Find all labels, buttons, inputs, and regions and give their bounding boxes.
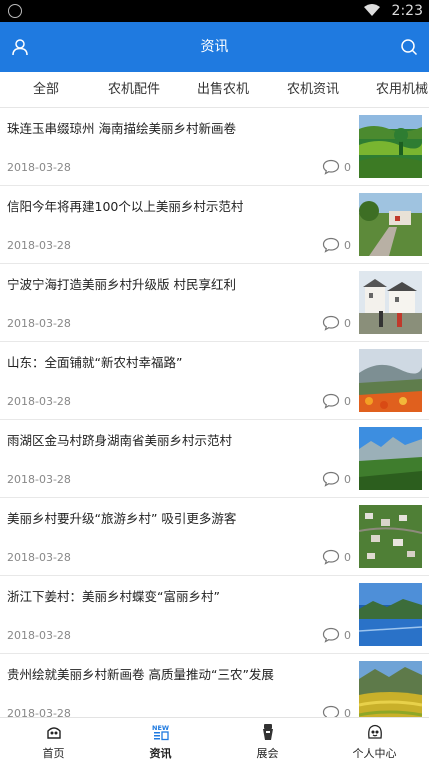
- exhibition-icon: [262, 724, 273, 740]
- article-date: 2018-03-28: [7, 551, 71, 564]
- nav-label: 个人中心: [352, 747, 397, 760]
- article-date: 2018-03-28: [7, 161, 71, 174]
- article-thumbnail[interactable]: [359, 583, 422, 646]
- page-title: 资讯: [200, 39, 229, 55]
- article-title[interactable]: 美丽乡村要升级“旅游乡村” 吸引更多游客: [7, 508, 347, 527]
- clock: 2:23: [391, 3, 423, 19]
- comment-icon: [322, 705, 340, 717]
- category-tabs: 全部 农机配件 出售农机 农机资讯 农用机械: [0, 72, 429, 108]
- article-date: 2018-03-28: [7, 239, 71, 252]
- search-icon[interactable]: [395, 33, 423, 61]
- news-icon: NEW: [152, 724, 169, 741]
- nav-label: 资讯: [149, 747, 172, 760]
- article-thumbnail[interactable]: [359, 271, 422, 334]
- article-title[interactable]: 贵州绘就美丽乡村新画卷 高质量推动“三农”发展: [7, 664, 347, 683]
- comment-count: 0: [344, 707, 351, 717]
- nav-exhibition[interactable]: 展会: [214, 718, 321, 763]
- article-thumbnail[interactable]: [359, 661, 422, 717]
- nav-home[interactable]: 首页: [0, 718, 107, 763]
- comment-icon: [322, 159, 340, 175]
- comment-count: 0: [344, 395, 351, 408]
- notification-icon: [8, 4, 22, 18]
- article-title[interactable]: 信阳今年将再建100个以上美丽乡村示范村: [7, 196, 347, 215]
- app-bar: 资讯: [0, 22, 429, 72]
- list-item[interactable]: 雨湖区金马村跻身湖南省美丽乡村示范村 2018-03-28 0: [0, 420, 429, 498]
- list-item[interactable]: 宁波宁海打造美丽乡村升级版 村民享红利 2018-03-28 0: [0, 264, 429, 342]
- comment-count: 0: [344, 473, 351, 486]
- list-item[interactable]: 山东：全面铺就“新农村幸福路” 2018-03-28 0: [0, 342, 429, 420]
- comment-icon: [322, 627, 340, 643]
- comment-count: 0: [344, 239, 351, 252]
- tab-all[interactable]: 全部: [33, 72, 59, 107]
- tab-machine-parts[interactable]: 农机配件: [108, 72, 160, 107]
- tab-selling-machinery[interactable]: 出售农机: [197, 72, 249, 107]
- article-thumbnail[interactable]: [359, 427, 422, 490]
- article-date: 2018-03-28: [7, 317, 71, 330]
- comment-icon: [322, 393, 340, 409]
- comment-count: 0: [344, 317, 351, 330]
- comment-icon: [322, 237, 340, 253]
- article-thumbnail[interactable]: [359, 115, 422, 178]
- article-title[interactable]: 雨湖区金马村跻身湖南省美丽乡村示范村: [7, 430, 347, 449]
- nav-profile[interactable]: 个人中心: [321, 718, 428, 763]
- list-item[interactable]: 美丽乡村要升级“旅游乡村” 吸引更多游客 2018-03-28 0: [0, 498, 429, 576]
- nav-label: 展会: [256, 747, 279, 760]
- comment-icon: [322, 471, 340, 487]
- comment-icon: [322, 315, 340, 331]
- list-item[interactable]: 浙江下姜村：美丽乡村蝶变“富丽乡村” 2018-03-28 0: [0, 576, 429, 654]
- profile-icon: [367, 724, 382, 739]
- nav-label: 首页: [42, 747, 65, 760]
- list-item[interactable]: 信阳今年将再建100个以上美丽乡村示范村 2018-03-28 0: [0, 186, 429, 264]
- article-title[interactable]: 珠连玉串缀琼州 海南描绘美丽乡村新画卷: [7, 118, 347, 137]
- comment-icon: [322, 549, 340, 565]
- list-item[interactable]: 珠连玉串缀琼州 海南描绘美丽乡村新画卷 2018-03-28 0: [0, 108, 429, 186]
- news-badge: NEW: [152, 724, 169, 732]
- article-date: 2018-03-28: [7, 395, 71, 408]
- nav-news[interactable]: NEW 资讯: [107, 718, 214, 763]
- comment-count: 0: [344, 161, 351, 174]
- article-title[interactable]: 山东：全面铺就“新农村幸福路”: [7, 352, 347, 371]
- comment-count: 0: [344, 629, 351, 642]
- article-date: 2018-03-28: [7, 707, 71, 717]
- list-item[interactable]: 贵州绘就美丽乡村新画卷 高质量推动“三农”发展 2018-03-28 0: [0, 654, 429, 717]
- article-title[interactable]: 浙江下姜村：美丽乡村蝶变“富丽乡村”: [7, 586, 347, 605]
- comment-count: 0: [344, 551, 351, 564]
- article-date: 2018-03-28: [7, 473, 71, 486]
- status-bar: 2:23: [0, 0, 429, 22]
- tab-agricultural-machinery[interactable]: 农用机械: [376, 72, 428, 107]
- article-thumbnail[interactable]: [359, 193, 422, 256]
- article-list: 珠连玉串缀琼州 海南描绘美丽乡村新画卷 2018-03-28 0 信阳今年将再建…: [0, 108, 429, 717]
- article-thumbnail[interactable]: [359, 349, 422, 412]
- tab-machinery-news[interactable]: 农机资讯: [287, 72, 339, 107]
- article-thumbnail[interactable]: [359, 505, 422, 568]
- article-title[interactable]: 宁波宁海打造美丽乡村升级版 村民享红利: [7, 274, 347, 293]
- wifi-icon: [364, 4, 380, 16]
- home-icon: [46, 727, 61, 739]
- article-date: 2018-03-28: [7, 629, 71, 642]
- bottom-nav: 首页 NEW 资讯 展会 个人中心: [0, 717, 429, 762]
